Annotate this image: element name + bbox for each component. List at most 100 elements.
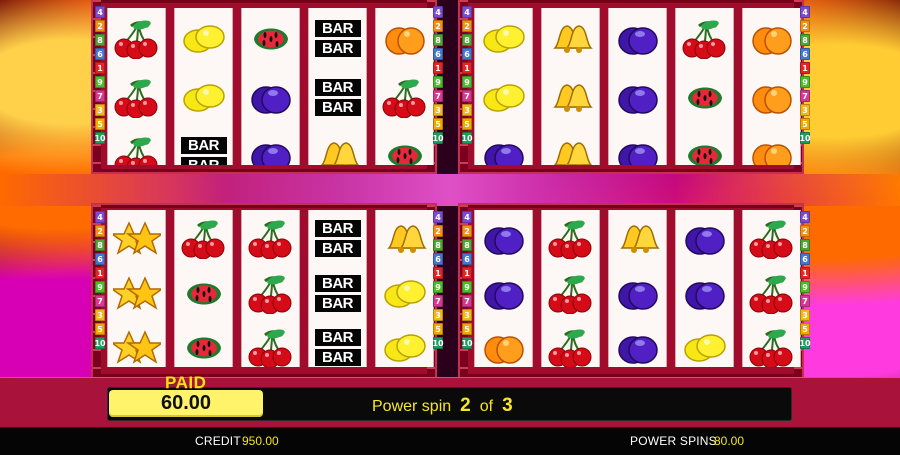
cherry-icon [114, 20, 157, 60]
bar-symbol: BAR BAR [314, 272, 362, 314]
payline-number: 2 [462, 20, 472, 32]
bar-symbol: BAR BAR [314, 217, 362, 259]
lemon-icon [182, 25, 225, 53]
watermelon-icon [387, 145, 422, 165]
plum-icon [617, 282, 658, 310]
bar-label: BAR [314, 219, 361, 237]
lemon-symbol [381, 326, 429, 367]
payline-number: 5 [95, 118, 105, 130]
bell-icon [320, 142, 359, 165]
orange-symbol [381, 17, 429, 59]
payline-number: 9 [95, 281, 105, 293]
payline-number: 5 [433, 323, 443, 335]
bar-label: BAR [314, 348, 361, 366]
watermelon-icon [186, 337, 221, 359]
reel-bottom-left-1 [107, 210, 166, 367]
payline-number: 6 [462, 253, 472, 265]
bar-label: BAR [180, 136, 227, 154]
plum-symbol [614, 17, 662, 59]
bell-icon [386, 225, 427, 253]
payline-number: 2 [95, 225, 105, 237]
orange-icon [751, 86, 792, 114]
plum-icon [483, 144, 524, 165]
payline-number: 2 [95, 20, 105, 32]
payline-number: 8 [95, 34, 105, 46]
watermelon-symbol [247, 17, 295, 59]
payline-number: 4 [462, 211, 472, 223]
bar-icon: BAR BAR [180, 134, 228, 165]
bell-icon [552, 84, 593, 112]
cherry-icon [382, 79, 425, 119]
payline-number: 5 [95, 323, 105, 335]
cherry-symbol [748, 326, 796, 367]
plum-icon [617, 27, 658, 55]
plum-symbol [614, 272, 662, 314]
plum-symbol [681, 272, 729, 314]
payline-number: 4 [95, 6, 105, 18]
payline-number: 1 [800, 62, 810, 74]
payline-number: 10 [94, 337, 106, 349]
star-icon [109, 221, 164, 255]
watermelon-symbol [681, 134, 729, 165]
bar-icon: BAR BAR [314, 17, 362, 59]
cherry-symbol [748, 272, 796, 315]
payline-number: 3 [800, 104, 810, 116]
lemon-symbol [180, 17, 228, 59]
star-symbol [109, 272, 164, 314]
reel-top-right-1 [474, 8, 533, 165]
payline-number: 3 [433, 104, 443, 116]
payline-number: 7 [95, 90, 105, 102]
payline-number: 1 [95, 62, 105, 74]
cherry-icon [114, 79, 157, 119]
plum-symbol [614, 134, 662, 165]
payline-markers: 4 2 8 6 1 9 7 3 5 10 [94, 211, 106, 373]
watermelon-icon [687, 145, 722, 165]
cherry-symbol [180, 217, 228, 260]
bar-symbol: BAR BAR [314, 76, 362, 118]
paid-amount: 60.00 [160, 392, 212, 414]
cherry-symbol [381, 76, 429, 119]
orange-icon [483, 336, 524, 364]
bar-symbol: BAR BAR [314, 326, 362, 367]
cherry-symbol [547, 326, 595, 367]
cherry-symbol [113, 134, 161, 165]
payline-number: 8 [95, 239, 105, 251]
payline-number: 6 [433, 253, 443, 265]
bar-icon: BAR BAR [314, 272, 362, 314]
cherry-icon [682, 20, 725, 60]
orange-symbol [748, 76, 796, 118]
payline-number: 10 [461, 337, 473, 349]
power-spin-separator: of [479, 398, 494, 415]
orange-symbol [748, 17, 796, 59]
plum-icon [250, 144, 291, 165]
payline-markers: 4 2 8 6 1 9 7 3 5 10 [432, 211, 444, 373]
bar-icon: BAR BAR [314, 326, 362, 367]
plum-symbol [480, 134, 528, 165]
payline-number: 5 [800, 323, 810, 335]
lemon-icon [383, 280, 426, 308]
payline-number: 5 [462, 118, 472, 130]
cherry-symbol [681, 17, 729, 60]
star-symbol [109, 326, 164, 367]
payline-number: 1 [462, 62, 472, 74]
cherry-icon [548, 329, 591, 367]
cherry-icon [749, 329, 792, 367]
power-spins-label: POWER SPINS [630, 434, 717, 448]
bar-label: BAR [314, 98, 361, 116]
reel-bottom-right-3 [608, 210, 667, 367]
bar-icon: BAR BAR [314, 217, 362, 259]
cherry-icon [181, 220, 224, 260]
flame-separator [0, 174, 900, 206]
payline-number: 10 [432, 132, 444, 144]
cherry-icon [114, 137, 157, 165]
payline-number: 8 [462, 34, 472, 46]
reel-bottom-right-5 [742, 210, 801, 367]
credit-value: 950.00 [242, 434, 279, 448]
payline-number: 7 [433, 295, 443, 307]
payline-number: 2 [800, 20, 810, 32]
payline-number: 6 [800, 253, 810, 265]
bar-label: BAR [314, 39, 361, 57]
payline-number: 9 [433, 76, 443, 88]
reel-top-right-4 [675, 8, 734, 165]
cherry-icon [749, 220, 792, 260]
